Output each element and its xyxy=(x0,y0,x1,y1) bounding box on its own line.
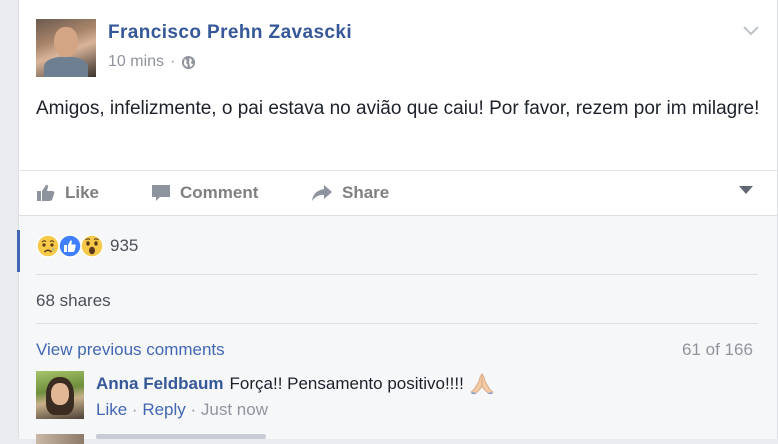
post-timestamp[interactable]: 10 mins xyxy=(108,53,164,71)
commenter-avatar[interactable] xyxy=(36,371,84,419)
comments-count: 61 of 166 xyxy=(682,340,753,359)
thumbs-up-icon xyxy=(37,184,55,201)
divider xyxy=(36,274,758,275)
comment-actions: Like · Reply · Just now xyxy=(96,400,268,420)
post-card: Francisco Prehn Zavascki 10 mins · Amigo… xyxy=(17,0,778,444)
comment-button[interactable]: Comment xyxy=(151,180,258,206)
post-meta: 10 mins · xyxy=(108,53,196,71)
globe-icon[interactable] xyxy=(181,55,196,70)
reaction-count: 935 xyxy=(110,236,139,255)
comment-author-name[interactable]: Anna Feldbaum xyxy=(96,374,224,394)
share-icon xyxy=(312,185,332,201)
post-body-text: Amigos, infelizmente, o pai estava no av… xyxy=(36,98,760,119)
comment-item: Anna Feldbaum Força!! Pensamento positiv… xyxy=(96,373,495,395)
meta-separator: · xyxy=(170,53,176,70)
reactions-summary[interactable]: 935 xyxy=(36,234,138,258)
comment-like-link[interactable]: Like xyxy=(96,400,127,419)
sad-reaction-icon xyxy=(36,234,60,258)
dot-separator: · xyxy=(190,400,201,419)
comment-label: Comment xyxy=(180,183,259,202)
next-comment-preview xyxy=(96,434,266,439)
actions-divider xyxy=(19,170,777,171)
post-author-name[interactable]: Francisco Prehn Zavascki xyxy=(108,22,352,44)
like-button[interactable]: Like xyxy=(36,180,99,206)
author-avatar[interactable] xyxy=(36,19,96,77)
chevron-down-icon[interactable] xyxy=(741,20,761,40)
shares-count[interactable]: 68 shares xyxy=(36,291,111,311)
comment-reply-link[interactable]: Reply xyxy=(142,400,185,419)
pray-icon xyxy=(470,373,494,395)
comment-timestamp[interactable]: Just now xyxy=(201,400,268,419)
next-commenter-avatar[interactable] xyxy=(36,434,84,444)
caret-down-icon[interactable] xyxy=(738,184,754,196)
comment-icon xyxy=(152,185,170,201)
like-label: Like xyxy=(65,183,100,202)
like-reaction-icon xyxy=(58,234,82,258)
share-label: Share xyxy=(342,183,390,202)
share-button[interactable]: Share xyxy=(311,180,389,206)
comment-text: Força!! Pensamento positivo!!!! xyxy=(229,374,464,393)
wow-reaction-icon xyxy=(80,234,104,258)
divider xyxy=(36,323,758,324)
dot-separator: · xyxy=(131,400,143,419)
reactions-highlight-bar xyxy=(17,230,20,272)
feedback-section: 935 68 shares View previous comments 61 … xyxy=(17,215,777,444)
view-previous-comments-link[interactable]: View previous comments xyxy=(36,340,225,360)
